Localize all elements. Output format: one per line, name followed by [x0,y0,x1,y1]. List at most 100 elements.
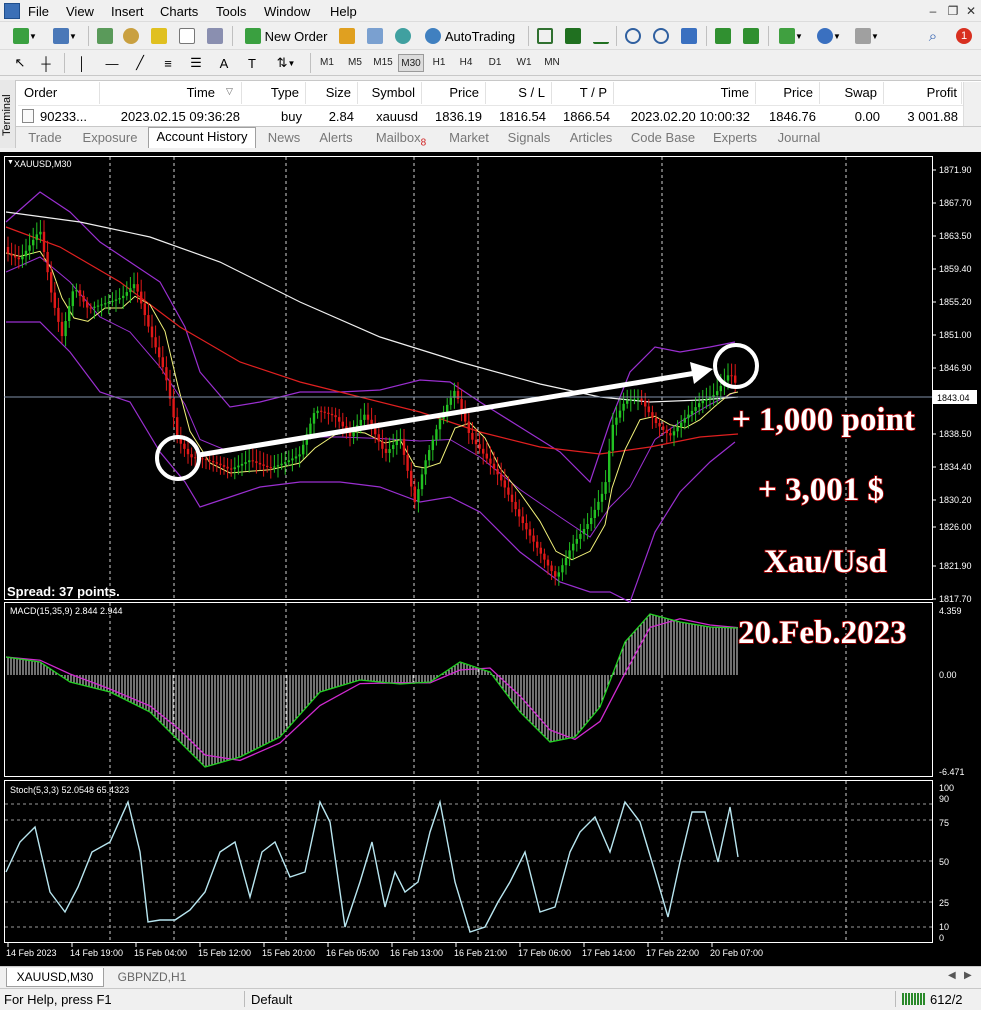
menu-view[interactable]: View [66,4,94,19]
col-price-open[interactable]: Price [422,82,486,104]
notifications-icon[interactable]: 1 [952,25,976,47]
menu-window[interactable]: Window [264,4,310,19]
minimize-icon[interactable]: – [925,3,941,19]
col-sl[interactable]: S / L [486,82,552,104]
equidistant-channel-icon[interactable]: ≡ [158,52,178,74]
timeframe-m5[interactable]: M5 [343,54,367,72]
candle-body [359,419,362,426]
new-chart-icon[interactable]: ▼ [8,25,42,47]
tile-windows-icon[interactable] [678,25,700,47]
col-order[interactable]: Order [18,82,100,104]
candle-body [298,454,301,457]
candle-body [651,412,654,418]
timeframe-h4[interactable]: H4 [455,54,477,72]
col-type[interactable]: Type [242,82,306,104]
text-icon[interactable]: A [214,52,234,74]
col-swap[interactable]: Swap [820,82,884,104]
tab-signals[interactable]: Signals [502,129,556,147]
autotrading-button[interactable]: AutoTrading [420,25,520,47]
support-icon[interactable] [364,25,386,47]
col-tp[interactable]: T / P [552,82,614,104]
candle-body [701,400,704,404]
indicators-icon[interactable]: ▼ [774,25,808,47]
timeframe-mn[interactable]: MN [540,54,564,72]
profiles-icon[interactable]: ▼ [48,25,82,47]
timeframe-m30[interactable]: M30 [398,54,424,72]
cell-swap: 0.00 [854,109,880,124]
terminal-scrollbar[interactable] [963,82,981,126]
strategy-tester-icon[interactable] [204,25,226,47]
navigator-icon[interactable] [148,25,170,47]
auto-scroll-icon[interactable] [712,25,734,47]
candle-body [438,418,442,430]
col-time-close[interactable]: Time [614,82,756,104]
close-icon[interactable]: ✕ [963,3,979,19]
col-price-close[interactable]: Price [756,82,820,104]
metaeditor-icon[interactable] [336,25,358,47]
macd-tick-label: -6.471 [939,767,965,777]
fibonacci-icon[interactable]: ☰ [186,52,206,74]
tab-articles[interactable]: Articles [562,129,620,147]
chart-window[interactable]: 1843.04 1871.90 1867.70 1863.50 1859.40 1855… [0,152,981,966]
chart-tab-xauusd[interactable]: XAUUSD,M30 [6,968,104,987]
new-order-button[interactable]: New Order [240,25,332,47]
search-icon[interactable]: ⌕ [922,25,944,47]
timeframe-m1[interactable]: M1 [315,54,339,72]
scroll-left-icon[interactable]: ◀ [948,970,956,981]
cursor-icon[interactable]: ↖ [10,52,30,74]
candle-body [190,454,193,458]
col-time-open[interactable]: Time [100,82,242,104]
col-symbol[interactable]: Symbol [358,82,422,104]
tab-market[interactable]: Market [442,129,496,147]
timeframe-h1[interactable]: H1 [428,54,450,72]
tab-code-base[interactable]: Code Base [626,129,700,147]
zoom-in-icon[interactable] [622,25,644,47]
restore-icon[interactable]: ❐ [945,3,961,19]
horizontal-line-icon[interactable]: — [102,52,122,74]
terminal-side-tab[interactable]: Terminal [0,80,16,148]
arrows-icon[interactable]: ⇅ ▼ [270,52,302,74]
menu-insert[interactable]: Insert [111,4,144,19]
timeframe-w1[interactable]: W1 [512,54,536,72]
tab-account-history[interactable]: Account History [148,127,256,148]
tab-exposure[interactable]: Exposure [76,129,144,147]
tab-alerts[interactable]: Alerts [312,129,360,147]
market-watch-icon[interactable] [94,25,116,47]
main-pane-frame [4,156,933,600]
data-window-icon[interactable] [120,25,142,47]
tab-journal[interactable]: Journal [770,129,828,147]
tab-experts[interactable]: Experts [706,129,764,147]
tab-trade[interactable]: Trade [22,129,68,147]
timeframe-m15[interactable]: M15 [370,54,396,72]
zoom-out-icon[interactable] [650,25,672,47]
col-size[interactable]: Size [306,82,358,104]
tab-news[interactable]: News [262,129,306,147]
templates-icon[interactable]: ▼ [850,25,884,47]
menu-tools[interactable]: Tools [216,4,246,19]
menu-help[interactable]: Help [330,4,357,19]
candle-body [302,444,305,455]
candle-body [251,460,254,462]
bar-chart-icon[interactable] [534,25,556,47]
chart-shift-icon[interactable] [740,25,762,47]
candle-body [17,257,20,260]
menu-file[interactable]: File [28,4,49,19]
text-label-icon[interactable]: T [242,52,262,74]
app-icon[interactable] [4,3,20,19]
candlestick-icon[interactable] [562,25,584,47]
menu-charts[interactable]: Charts [160,4,198,19]
table-row[interactable]: 90233... 2023.02.15 09:36:28 buy 2.84 xa… [18,105,963,126]
periods-icon[interactable]: ▼ [812,25,846,47]
scroll-right-icon[interactable]: ▶ [964,970,972,981]
terminal-icon[interactable] [176,25,198,47]
sort-desc-icon: ▽ [226,86,233,96]
trendline-icon[interactable]: ╱ [130,52,150,74]
line-chart-icon[interactable] [590,25,612,47]
vertical-line-icon[interactable]: │ [72,52,92,74]
timeframe-d1[interactable]: D1 [484,54,506,72]
col-profit[interactable]: Profit [884,82,962,104]
tab-mailbox[interactable]: Mailbox8 [366,129,436,149]
signals-icon[interactable] [392,25,414,47]
chart-tab-gbpnzd[interactable]: GBPNZD,H1 [108,968,196,987]
crosshair-icon[interactable]: ┼ [36,52,56,74]
